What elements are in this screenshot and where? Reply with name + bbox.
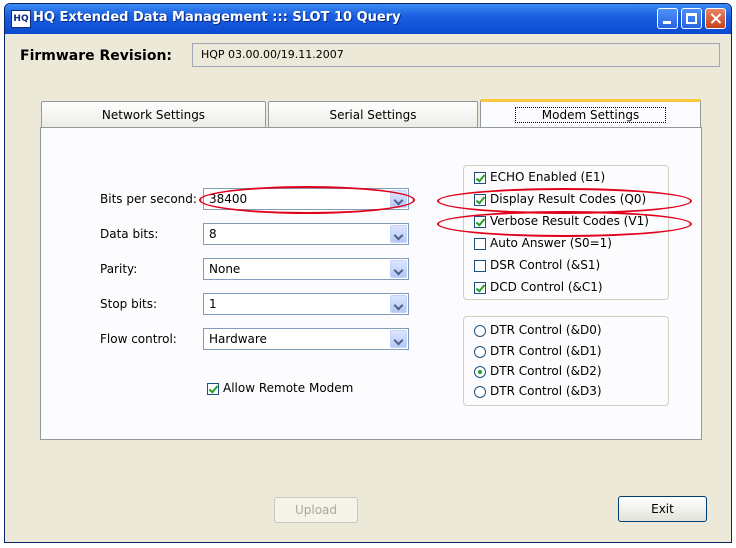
- parity-value: None: [209, 262, 241, 276]
- close-icon[interactable]: [705, 8, 726, 29]
- dtr-d2-radio[interactable]: [474, 366, 486, 378]
- tab-serial-settings[interactable]: Serial Settings: [268, 101, 478, 127]
- flow-control-label: Flow control:: [100, 332, 177, 346]
- dtr-d3-radio[interactable]: [474, 386, 486, 398]
- chevron-down-icon[interactable]: [390, 225, 407, 243]
- dtr-d2-label: DTR Control (&D2): [490, 364, 602, 378]
- app-icon: HQ: [11, 10, 31, 28]
- bits-per-second-label: Bits per second:: [100, 192, 197, 206]
- auto-answer-checkbox[interactable]: [474, 238, 486, 250]
- stop-bits-value: 1: [209, 297, 217, 311]
- bits-per-second-value: 38400: [209, 192, 248, 206]
- maximize-icon[interactable]: [681, 8, 702, 29]
- exit-button[interactable]: Exit: [618, 496, 707, 522]
- firmware-value: HQP 03.00.00/19.11.2007: [192, 43, 720, 67]
- allow-remote-modem-label: Allow Remote Modem: [223, 381, 354, 395]
- dtr-d0-label: DTR Control (&D0): [490, 323, 602, 337]
- dcd-control-label: DCD Control (&C1): [490, 280, 603, 294]
- stop-bits-label: Stop bits:: [100, 297, 158, 311]
- data-bits-label: Data bits:: [100, 227, 159, 241]
- tab-modem-settings-label: Modem Settings: [514, 107, 667, 123]
- title-bar[interactable]: HQ HQ Extended Data Management ::: SLOT …: [5, 4, 731, 34]
- data-bits-value: 8: [209, 227, 217, 241]
- echo-enabled-label: ECHO Enabled (E1): [490, 170, 606, 184]
- chevron-down-icon[interactable]: [390, 190, 407, 208]
- echo-enabled-checkbox[interactable]: [474, 172, 486, 184]
- stop-bits-select[interactable]: 1: [203, 293, 409, 315]
- tab-modem-settings[interactable]: Modem Settings: [480, 99, 701, 127]
- dsr-control-checkbox[interactable]: [474, 260, 486, 272]
- flow-control-value: Hardware: [209, 332, 267, 346]
- parity-select[interactable]: None: [203, 258, 409, 280]
- dtr-d3-label: DTR Control (&D3): [490, 384, 602, 398]
- bits-per-second-select[interactable]: 38400: [203, 188, 409, 210]
- minimize-icon[interactable]: [657, 8, 678, 29]
- allow-remote-modem-checkbox[interactable]: [207, 383, 219, 395]
- dtr-d1-label: DTR Control (&D1): [490, 344, 602, 358]
- chevron-down-icon[interactable]: [390, 260, 407, 278]
- parity-label: Parity:: [100, 262, 138, 276]
- display-result-codes-checkbox[interactable]: [474, 194, 486, 206]
- verbose-result-codes-label: Verbose Result Codes (V1): [490, 214, 649, 228]
- verbose-result-codes-checkbox[interactable]: [474, 216, 486, 228]
- display-result-codes-label: Display Result Codes (Q0): [490, 192, 647, 206]
- chevron-down-icon[interactable]: [390, 295, 407, 313]
- tab-strip: Network Settings Serial Settings Modem S…: [41, 99, 701, 127]
- data-bits-select[interactable]: 8: [203, 223, 409, 245]
- upload-button[interactable]: Upload: [274, 497, 358, 523]
- chevron-down-icon[interactable]: [390, 330, 407, 348]
- dcd-control-checkbox[interactable]: [474, 282, 486, 294]
- dtr-d0-radio[interactable]: [474, 325, 486, 337]
- dtr-d1-radio[interactable]: [474, 346, 486, 358]
- flow-control-select[interactable]: Hardware: [203, 328, 409, 350]
- auto-answer-label: Auto Answer (S0=1): [490, 236, 612, 250]
- window-title: HQ Extended Data Management ::: SLOT 10 …: [33, 10, 401, 25]
- firmware-label: Firmware Revision:: [20, 48, 173, 64]
- dsr-control-label: DSR Control (&S1): [490, 258, 601, 272]
- tab-network-settings[interactable]: Network Settings: [41, 101, 266, 127]
